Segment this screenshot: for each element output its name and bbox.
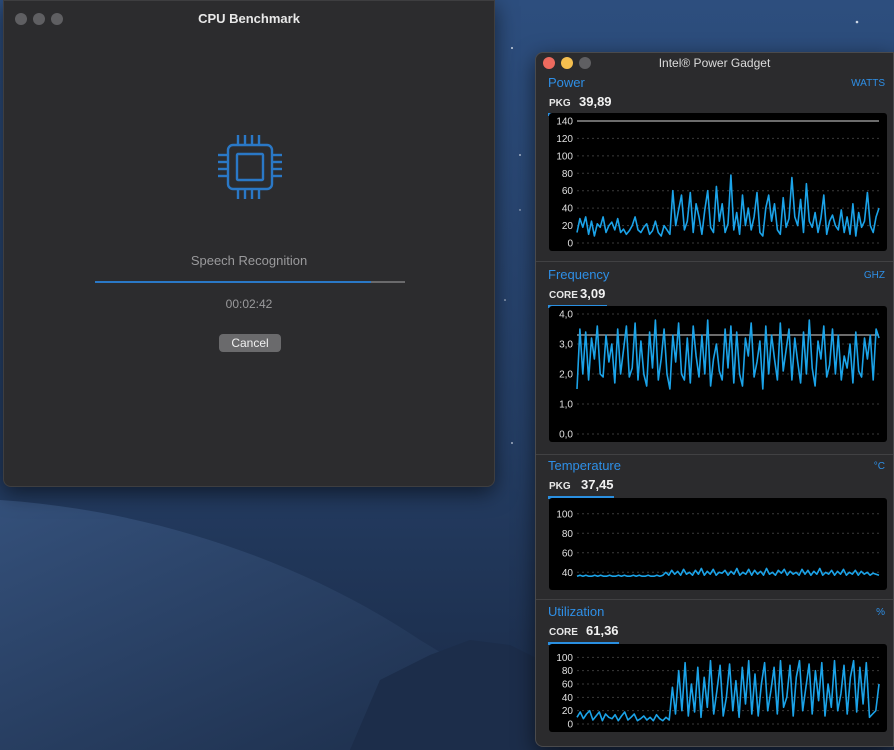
elapsed-time: 00:02:42 [225, 297, 273, 311]
y-tick-label: 0,0 [559, 430, 573, 441]
y-tick-label: 60 [562, 680, 574, 691]
y-tick-label: 40 [562, 204, 574, 215]
panel-unit: °C [873, 461, 885, 472]
divider [536, 261, 893, 262]
y-tick-label: 100 [556, 653, 573, 664]
frequency-panel: Frequency GHZ CORE 3,09 4,0 3,0 2,0 1,0 0,0 [536, 267, 893, 453]
panel-title: Power [548, 75, 585, 90]
y-tick-label: 80 [562, 169, 574, 180]
metric-value: 39,89 [579, 94, 612, 109]
cpu-chip-icon [218, 135, 282, 199]
panel-title: Utilization [548, 604, 605, 619]
panel-title: Temperature [548, 458, 621, 473]
metric-value: 37,45 [581, 477, 614, 492]
y-tick-label: 0 [567, 720, 573, 731]
divider [536, 454, 893, 455]
y-tick-label: 1,0 [559, 400, 573, 411]
y-tick-label: 100 [556, 151, 573, 162]
metric-value: 3,09 [580, 286, 606, 301]
utilization-graph: 100 80 60 40 20 0 [549, 644, 887, 732]
power-panel: Power WATTS PKG 39,89 140 120 100 80 60 40 20 0 [536, 75, 893, 261]
y-tick-label: 20 [562, 706, 574, 717]
temperature-graph: 100 80 60 40 [549, 498, 887, 590]
power-graph: 140 120 100 80 60 40 20 0 [549, 113, 887, 251]
y-tick-label: 60 [562, 548, 574, 559]
benchmark-progress-bar [95, 281, 405, 283]
window-title: CPU Benchmark [198, 11, 300, 26]
y-tick-label: 140 [556, 117, 573, 128]
divider [536, 599, 893, 600]
y-tick-label: 80 [562, 529, 574, 540]
panel-unit: % [876, 607, 885, 618]
y-tick-label: 2,0 [559, 370, 573, 381]
series-line [576, 659, 880, 722]
metric-label: CORE [549, 290, 578, 301]
metric-label: PKG [549, 481, 571, 492]
benchmark-task-name: Speech Recognition [190, 253, 308, 268]
y-tick-label: 4,0 [559, 310, 573, 321]
y-tick-label: 60 [562, 186, 574, 197]
temperature-panel: Temperature °C PKG 37,45 100 80 60 40 [536, 458, 893, 598]
y-tick-label: 80 [562, 666, 574, 677]
metric-label: PKG [549, 98, 571, 109]
utilization-panel: Utilization % CORE 61,36 100 80 60 40 20 0 [536, 604, 893, 746]
y-tick-label: 40 [562, 693, 574, 704]
benchmark-progress-fill [95, 281, 371, 283]
y-tick-label: 100 [556, 509, 573, 520]
series-line [576, 174, 880, 237]
metric-value: 61,36 [586, 623, 619, 638]
panel-unit: WATTS [851, 78, 885, 89]
cancel-button[interactable]: Cancel [219, 334, 281, 352]
panel-title: Frequency [548, 267, 610, 282]
window-title: Intel® Power Gadget [658, 56, 771, 70]
series-line [576, 319, 880, 390]
y-tick-label: 120 [556, 134, 573, 145]
cpu-benchmark-window: CPU Benchmark Speech Recognition 00:02:4… [3, 0, 495, 487]
y-tick-label: 20 [562, 221, 574, 232]
intel-power-gadget-window: Intel® Power Gadget Power WATTS PKG 39,8… [535, 52, 894, 747]
y-tick-label: 3,0 [559, 340, 573, 351]
metric-label: CORE [549, 627, 578, 638]
y-tick-label: 40 [562, 568, 574, 579]
panel-unit: GHZ [863, 270, 885, 281]
y-tick-label: 0 [567, 239, 573, 250]
frequency-graph: 4,0 3,0 2,0 1,0 0,0 [549, 306, 887, 442]
